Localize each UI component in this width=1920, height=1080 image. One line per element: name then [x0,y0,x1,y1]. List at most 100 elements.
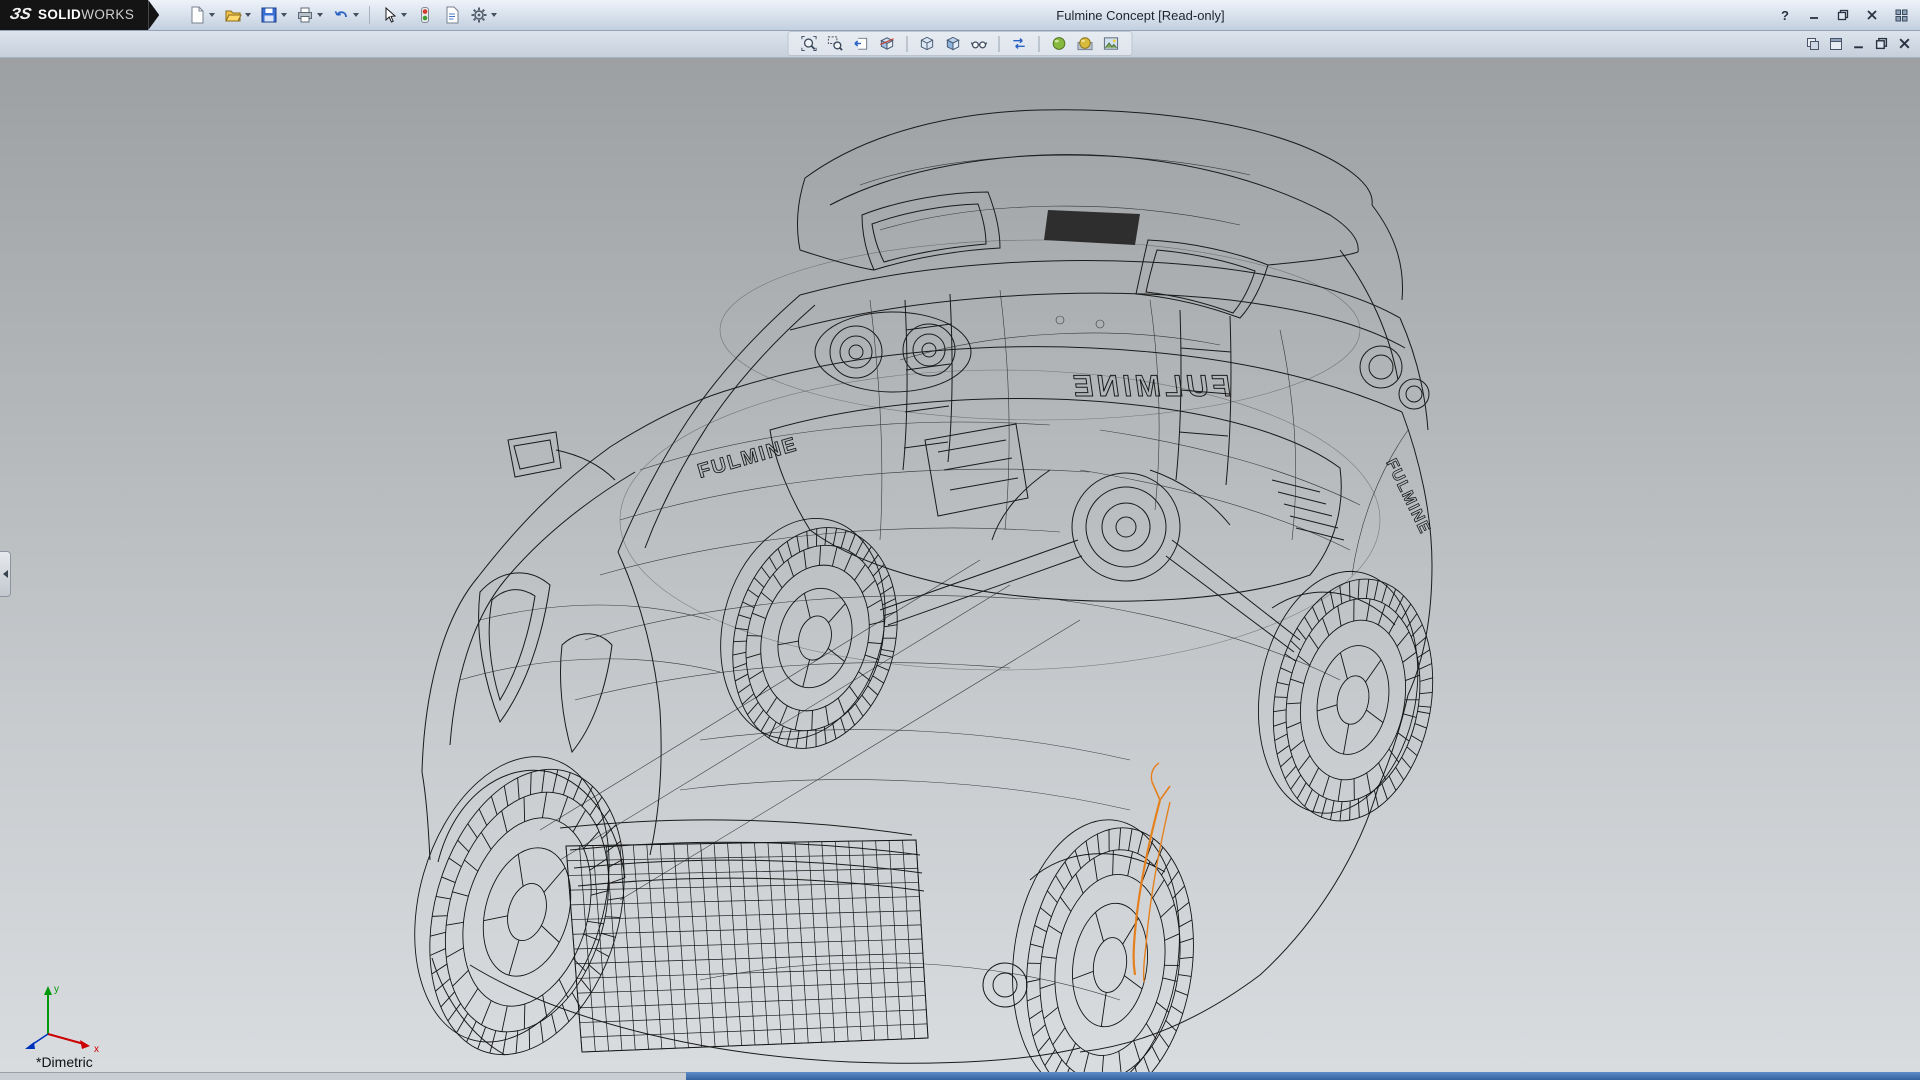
new-document-icon [188,6,206,24]
file-properties-icon [443,6,461,24]
hide-show-items-button[interactable] [969,34,990,53]
scene-button[interactable] [1101,34,1122,53]
document-restore-button[interactable] [1874,36,1889,51]
close-icon [1898,37,1911,50]
window-title: Fulmine Concept [Read-only] [1056,8,1224,23]
headsup-bar [0,30,1920,58]
status-bar-blue-segment [686,1072,1920,1080]
status-bar [0,1072,1920,1080]
toolbar-separator [907,36,908,52]
edit-appearance-button[interactable] [1049,34,1070,53]
undo-icon [332,6,350,24]
previous-window-icon [1806,37,1820,51]
dropdown-arrow[interactable] [317,13,323,17]
document-minimize-button[interactable] [1851,36,1866,51]
close-icon [1866,9,1878,21]
toolbar-separator [1039,36,1040,52]
main-toolbar [185,1,500,29]
zoom-to-area-button[interactable] [825,34,846,53]
display-style-cube-icon [945,35,962,52]
document-window-controls [1805,36,1920,51]
orientation-triad: y x [14,976,114,1054]
headsup-view-toolbar [788,31,1133,56]
select-button[interactable] [377,1,410,29]
dropdown-arrow[interactable] [209,13,215,17]
undo-button[interactable] [329,1,362,29]
previous-view-icon [853,35,870,52]
toolbar-separator [369,6,370,24]
status-bar-left-segment [0,1072,686,1080]
app: { "window": { "brand": {"mark": "ЗS", "b… [0,0,1920,1080]
minimize-icon [1852,37,1865,50]
feature-panel-toggle[interactable] [0,551,11,597]
dropdown-arrow[interactable] [401,13,407,17]
print-icon [296,6,314,24]
layout-grid-icon [1895,9,1908,22]
next-window-button[interactable] [1828,36,1843,51]
chevron-left-icon [3,570,8,578]
dropdown-arrow[interactable] [281,13,287,17]
rebuild-button[interactable] [413,1,437,29]
restore-button[interactable] [1834,6,1852,24]
wireframe-model: FULMINE FULMINE FULMINE [0,57,1920,1072]
view-orientation-button[interactable] [917,34,938,53]
previous-window-button[interactable] [1805,36,1820,51]
minimize-icon [1808,9,1820,21]
rebuild-traffic-light-icon [416,6,434,24]
display-style-button[interactable] [943,34,964,53]
section-view-icon [879,35,896,52]
3ds-logo-icon: ЗS [8,6,33,24]
brand-text: SOLIDWORKS [38,6,134,24]
view-settings-button[interactable] [1009,34,1030,53]
minimize-button[interactable] [1805,6,1823,24]
wheels-and-mesh [381,501,1452,1072]
section-view-button[interactable] [877,34,898,53]
save-button[interactable] [257,1,290,29]
model-logos: FULMINE FULMINE FULMINE [695,370,1433,537]
zoom-to-area-icon [827,35,844,52]
restore-icon [1837,9,1849,21]
zoom-to-fit-button[interactable] [799,34,820,53]
apply-scene-button[interactable] [1075,34,1096,53]
fender-logo-text: FULMINE [695,433,800,483]
zoom-to-fit-icon [801,35,818,52]
restore-icon [1875,37,1888,50]
view-orientation-cube-icon [919,35,936,52]
help-button[interactable]: ? [1776,6,1794,24]
layout-grid-button[interactable] [1892,6,1910,24]
cowl-logo-text: FULMINE [1067,370,1233,403]
appearance-sphere-icon [1051,35,1068,52]
save-icon [260,6,278,24]
title-bar: ЗS SOLIDWORKS [0,0,1920,31]
solidworks-logo: ЗS SOLIDWORKS [0,0,148,30]
open-folder-icon [224,6,242,24]
menu-expand-arrow[interactable] [148,0,159,30]
options-gear-icon [470,6,488,24]
close-button[interactable] [1863,6,1881,24]
window-controls: ? [1776,6,1920,24]
dropdown-arrow[interactable] [491,13,497,17]
print-button[interactable] [293,1,326,29]
options-button[interactable] [467,1,500,29]
selected-spline-highlight[interactable] [1134,763,1170,982]
construction-lines [460,155,1408,1000]
file-properties-button[interactable] [440,1,464,29]
select-cursor-icon [380,6,398,24]
open-button[interactable] [221,1,254,29]
new-document-button[interactable] [185,1,218,29]
car-body-wireframe [422,110,1432,1063]
document-close-button[interactable] [1897,36,1912,51]
scene-sphere-icon [1077,35,1094,52]
eyeglasses-icon [971,35,988,52]
viewport-3d[interactable]: FULMINE FULMINE FULMINE y x *Dimetric [0,57,1920,1072]
previous-view-button[interactable] [851,34,872,53]
dropdown-arrow[interactable] [353,13,359,17]
dropdown-arrow[interactable] [245,13,251,17]
toolbar-separator [999,36,1000,52]
swap-arrows-icon [1011,35,1028,52]
scene-picture-icon [1103,35,1120,52]
next-window-icon [1829,37,1843,51]
triad-y-label: y [54,984,59,995]
triad-x-label: x [94,1044,99,1054]
view-orientation-label: *Dimetric [36,1054,93,1070]
